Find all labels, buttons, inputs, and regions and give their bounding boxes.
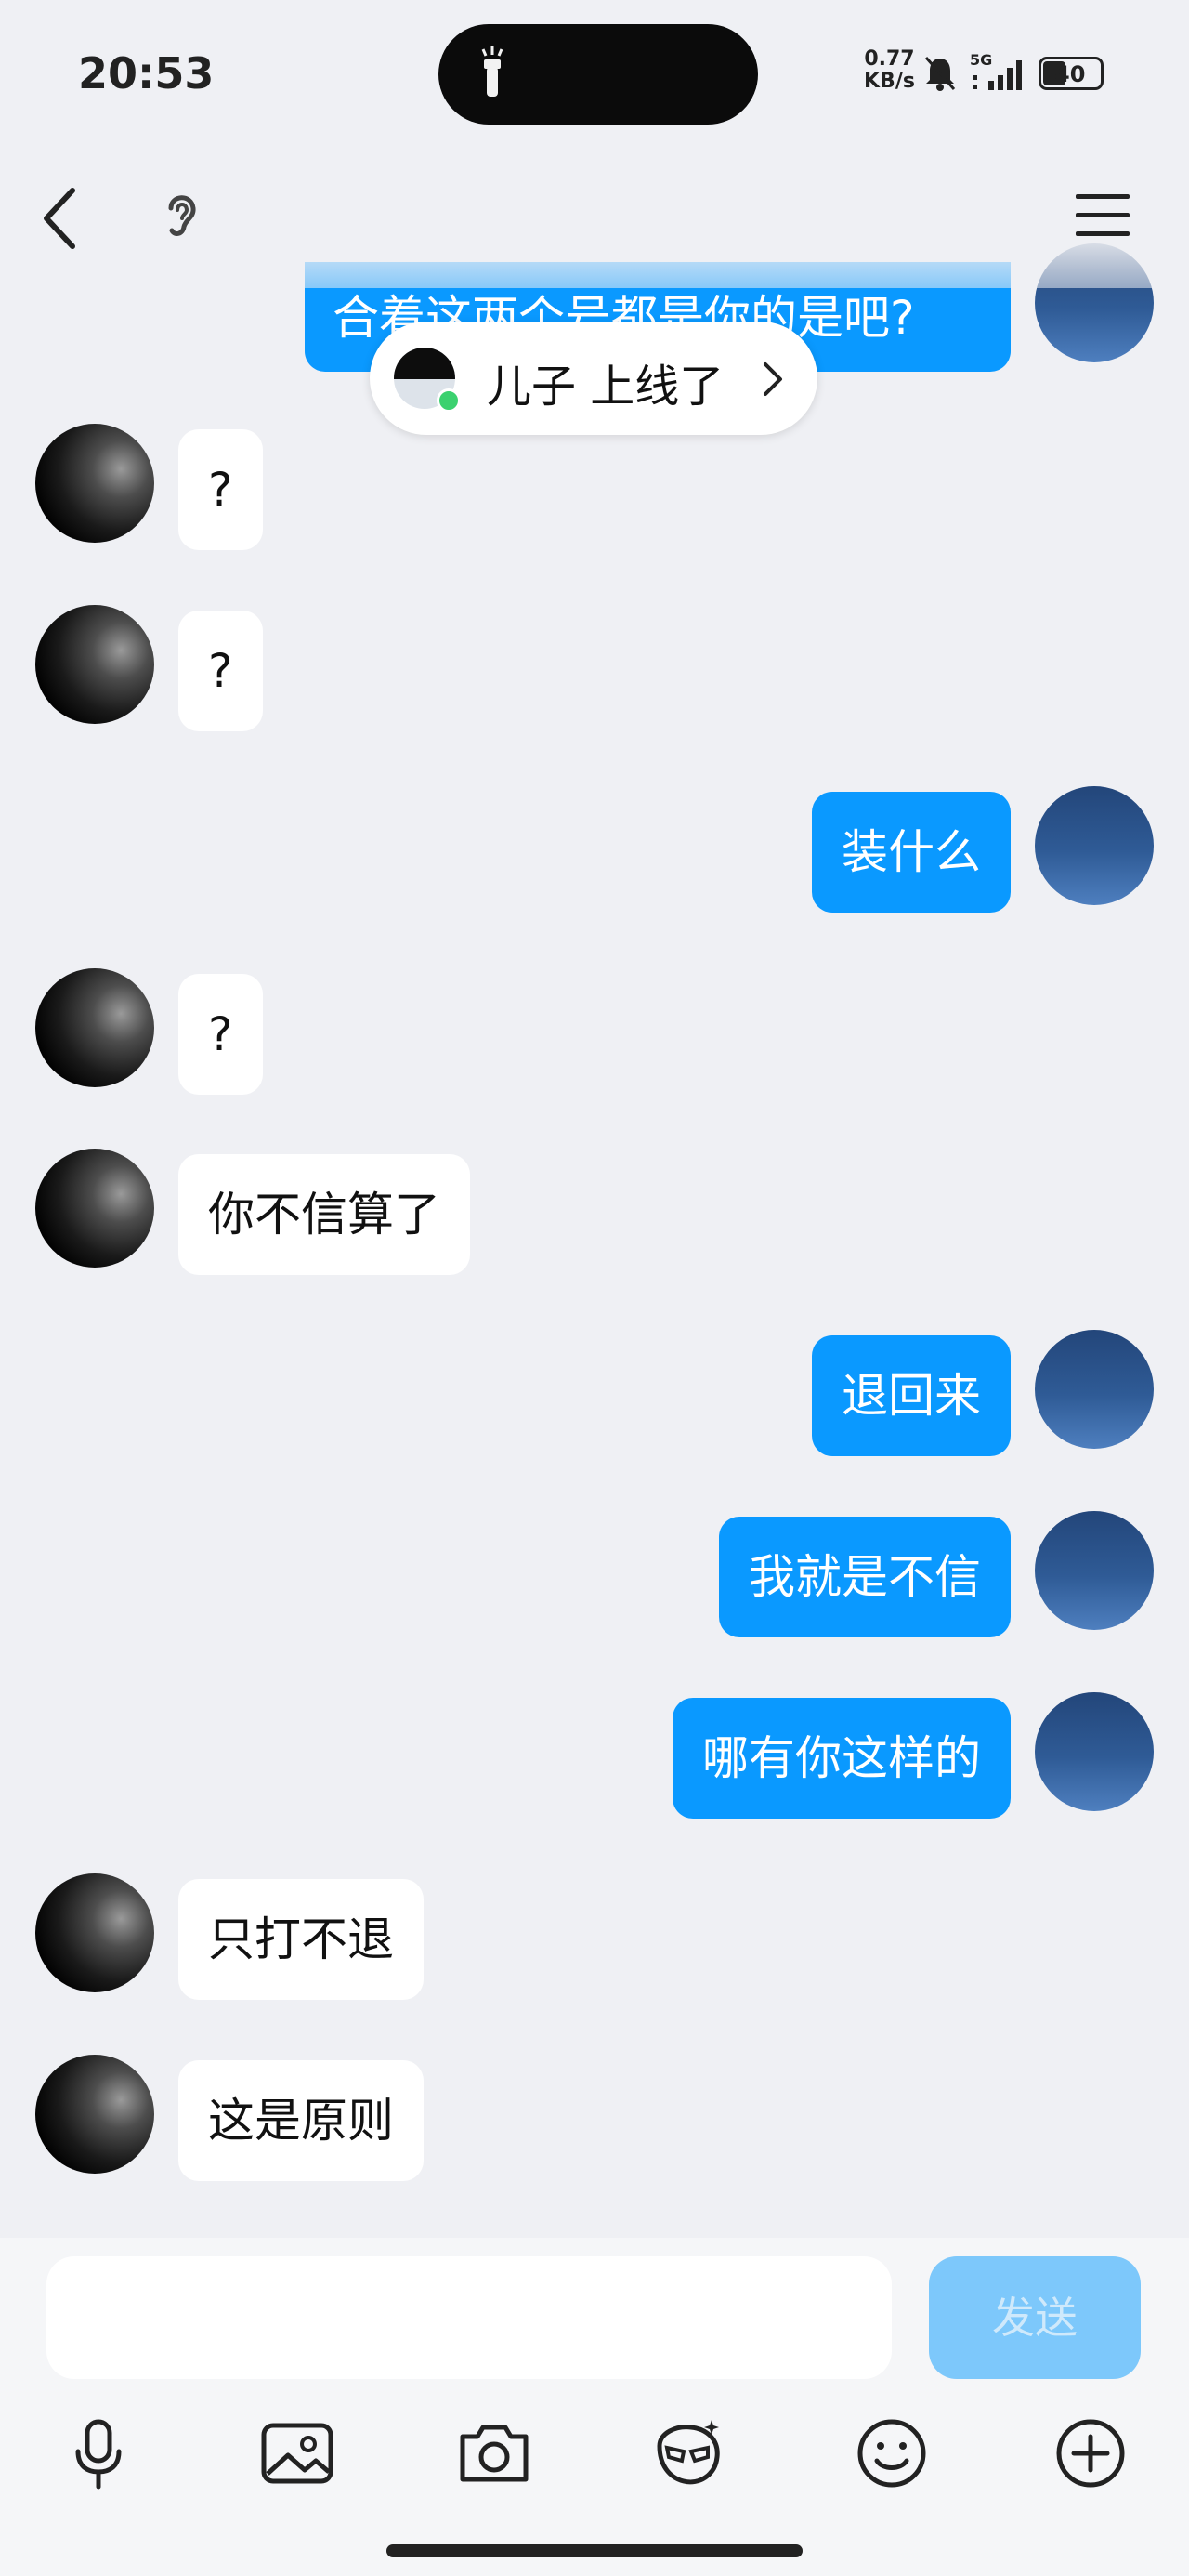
clock: 20:53 [78, 48, 215, 99]
home-indicator[interactable] [386, 2544, 803, 2557]
sticker-face-icon[interactable] [650, 2414, 728, 2492]
signal-bars-icon [973, 60, 1022, 90]
ear-icon[interactable] [158, 186, 204, 242]
camera-icon[interactable] [455, 2414, 533, 2492]
composer-toolbar [0, 2414, 1189, 2498]
online-notice-text: 儿子 上线了 [487, 361, 725, 413]
net-speed-unit: KB/s [864, 70, 915, 93]
avatar-contact[interactable] [35, 1873, 154, 1992]
battery-level: 40 [1054, 61, 1086, 87]
avatar-contact[interactable] [35, 424, 154, 543]
network-speed: 0.77 KB/s [864, 48, 915, 93]
avatar-contact[interactable] [35, 2055, 154, 2174]
avatar-self[interactable] [1035, 1330, 1154, 1449]
online-status-dot [437, 388, 461, 413]
status-icons: 5G 40 [923, 51, 1104, 95]
net-speed-value: 0.77 [864, 47, 915, 71]
message-bubble-incoming[interactable]: ? [178, 611, 263, 731]
message-bubble-outgoing[interactable]: 装什么 [812, 792, 1011, 913]
hamburger-menu-icon[interactable] [1074, 191, 1131, 239]
avatar-contact[interactable] [35, 968, 154, 1087]
online-notice[interactable]: 儿子 上线了 [370, 322, 817, 435]
composer-area: 发送 [0, 2238, 1189, 2576]
battery-icon: 40 [1039, 57, 1104, 90]
message-input[interactable] [46, 2256, 892, 2379]
message-bubble-outgoing[interactable]: 退回来 [812, 1335, 1011, 1456]
chevron-left-icon[interactable] [37, 181, 84, 256]
chevron-right-icon [764, 362, 782, 396]
send-button[interactable]: 发送 [929, 2256, 1141, 2379]
avatar-contact[interactable] [35, 1149, 154, 1268]
cell-signal: 5G [970, 51, 1026, 92]
status-bar: 20:53 0.77 KB/s 5G 40 [0, 0, 1189, 139]
avatar-self[interactable] [1035, 1692, 1154, 1811]
message-bubble-outgoing[interactable]: 我就是不信 [719, 1517, 1011, 1637]
avatar-self[interactable] [1035, 786, 1154, 905]
image-icon[interactable] [258, 2414, 336, 2492]
message-bubble-incoming[interactable]: 只打不退 [178, 1879, 424, 2000]
bell-muted-icon [924, 57, 956, 91]
message-bubble-incoming[interactable]: ? [178, 974, 263, 1095]
avatar-contact[interactable] [35, 605, 154, 724]
avatar-self[interactable] [1035, 1511, 1154, 1630]
message-bubble-outgoing[interactable]: 哪有你这样的 [673, 1698, 1011, 1819]
emoji-icon[interactable] [853, 2414, 931, 2492]
message-bubble-incoming[interactable]: 这是原则 [178, 2060, 424, 2181]
message-bubble-incoming[interactable]: ? [178, 429, 263, 550]
plus-icon[interactable] [1052, 2414, 1130, 2492]
message-bubble-incoming[interactable]: 你不信算了 [178, 1154, 470, 1275]
flashlight-icon [481, 46, 503, 97]
microphone-icon[interactable] [59, 2414, 137, 2492]
